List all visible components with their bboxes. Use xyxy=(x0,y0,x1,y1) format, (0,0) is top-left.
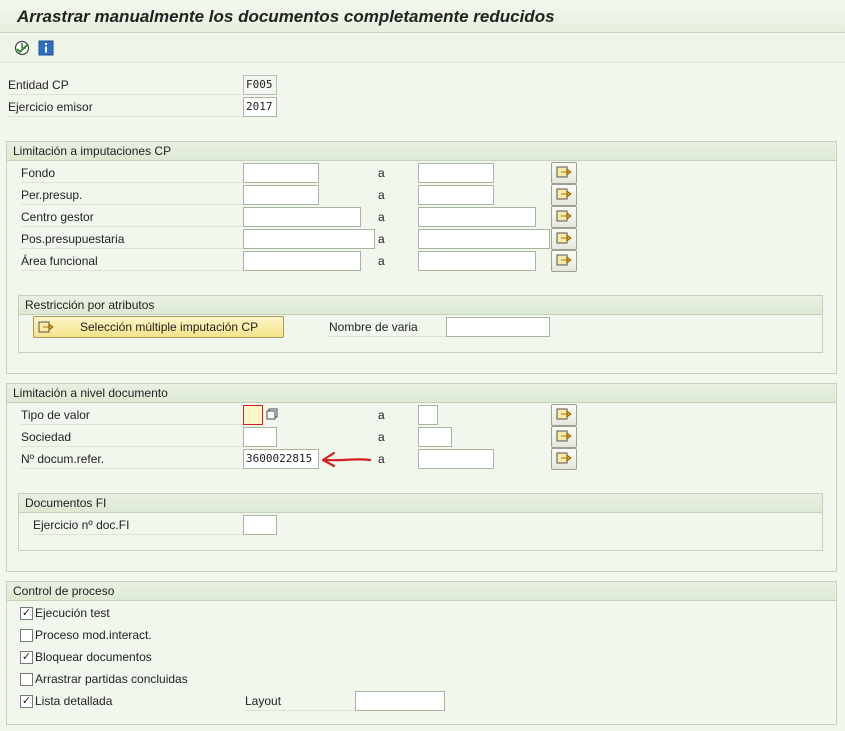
arrastrar-partidas-checkbox[interactable] xyxy=(20,673,33,686)
seleccion-multiple-imputacion-label: Selección múltiple imputación CP xyxy=(80,320,259,334)
areafuncional-label: Área funcional xyxy=(21,251,243,271)
fondo-from-field[interactable] xyxy=(243,163,319,183)
fondo-multiple-selection-button[interactable] xyxy=(551,162,577,184)
info-icon[interactable] xyxy=(38,40,54,56)
centrogestor-label: Centro gestor xyxy=(21,207,243,227)
sociedad-to-field[interactable] xyxy=(418,427,452,447)
multiple-selection-arrow-icon xyxy=(556,451,572,468)
centrogestor-to-label: a xyxy=(378,210,385,224)
multiple-values-icon[interactable] xyxy=(265,407,279,421)
group-restriccion-title: Restricción por atributos xyxy=(19,296,822,315)
docum-refer-multiple-selection-button[interactable] xyxy=(551,448,577,470)
group-documentos-fi-title: Documentos FI xyxy=(19,494,822,513)
multiple-selection-arrow-icon xyxy=(556,429,572,446)
ejercicio-label: Ejercicio emisor xyxy=(8,97,243,117)
areafuncional-multiple-selection-button[interactable] xyxy=(551,250,577,272)
multiple-selection-arrow-icon xyxy=(556,165,572,182)
bloquear-documentos-label: Bloquear documentos xyxy=(35,650,152,664)
tipovalor-to-label: a xyxy=(378,408,385,422)
execute-icon[interactable] xyxy=(14,40,30,56)
areafuncional-to-label: a xyxy=(378,254,385,268)
ejecucion-test-checkbox[interactable]: ✓ xyxy=(20,607,33,620)
entidad-label: Entidad CP xyxy=(8,75,243,95)
red-arrow-annotation xyxy=(320,450,372,470)
multiple-selection-arrow-icon xyxy=(556,209,572,226)
tipovalor-label: Tipo de valor xyxy=(21,405,243,425)
pospresupuestaria-label: Pos.presupuestaria xyxy=(21,229,243,249)
tipovalor-to-field[interactable] xyxy=(418,405,438,425)
page-title: Arrastrar manualmente los documentos com… xyxy=(17,7,555,26)
lista-detallada-checkbox[interactable]: ✓ xyxy=(20,695,33,708)
proceso-mod-interact-label: Proceso mod.interact. xyxy=(35,628,152,642)
group-documento-title: Limitación a nivel documento xyxy=(7,384,836,403)
pospresupuestaria-multiple-selection-button[interactable] xyxy=(551,228,577,250)
perpresup-to-label: a xyxy=(378,188,385,202)
multiple-selection-arrow-icon xyxy=(556,253,572,270)
title-bar: Arrastrar manualmente los documentos com… xyxy=(0,0,845,33)
pospresupuestaria-from-field[interactable] xyxy=(243,229,375,249)
ejercicio-field[interactable]: 2017 xyxy=(243,97,277,117)
ejercicio-fi-label: Ejercicio nº doc.FI xyxy=(33,515,243,535)
docum-refer-label: Nº docum.refer. xyxy=(21,449,243,469)
sociedad-to-label: a xyxy=(378,430,385,444)
lista-detallada-label: Lista detallada xyxy=(35,694,113,708)
nombre-varia-label: Nombre de varia xyxy=(329,317,446,337)
tipovalor-from-field[interactable] xyxy=(243,405,263,425)
pospresupuestaria-to-field[interactable] xyxy=(418,229,550,249)
areafuncional-from-field[interactable] xyxy=(243,251,361,271)
group-control-proceso-title: Control de proceso xyxy=(7,582,836,601)
ejercicio-fi-field[interactable] xyxy=(243,515,277,535)
seleccion-multiple-imputacion-button[interactable]: Selección múltiple imputación CP xyxy=(33,316,284,338)
layout-field[interactable] xyxy=(355,691,445,711)
bloquear-documentos-checkbox[interactable]: ✓ xyxy=(20,651,33,664)
proceso-mod-interact-checkbox[interactable] xyxy=(20,629,33,642)
group-imputaciones-title: Limitación a imputaciones CP xyxy=(7,142,836,161)
sociedad-multiple-selection-button[interactable] xyxy=(551,426,577,448)
centrogestor-to-field[interactable] xyxy=(418,207,536,227)
tipovalor-multiple-selection-button[interactable] xyxy=(551,404,577,426)
docum-refer-to-label: a xyxy=(378,452,385,466)
perpresup-multiple-selection-button[interactable] xyxy=(551,184,577,206)
areafuncional-to-field[interactable] xyxy=(418,251,536,271)
multiple-selection-arrow-icon xyxy=(556,231,572,248)
multiple-selection-arrow-icon xyxy=(556,187,572,204)
fondo-to-label: a xyxy=(378,166,385,180)
centrogestor-from-field[interactable] xyxy=(243,207,361,227)
fondo-label: Fondo xyxy=(21,163,243,183)
toolbar xyxy=(0,33,845,63)
arrastrar-partidas-label: Arrastrar partidas concluidas xyxy=(35,672,188,686)
multiple-selection-arrow-icon xyxy=(38,320,54,334)
layout-label: Layout xyxy=(245,691,355,711)
perpresup-label: Per.presup. xyxy=(21,185,243,205)
ejecucion-test-label: Ejecución test xyxy=(35,606,110,620)
multiple-selection-arrow-icon xyxy=(556,407,572,424)
centrogestor-multiple-selection-button[interactable] xyxy=(551,206,577,228)
nombre-varia-field[interactable] xyxy=(446,317,550,337)
sociedad-from-field[interactable] xyxy=(243,427,277,447)
sociedad-label: Sociedad xyxy=(21,427,243,447)
docum-refer-to-field[interactable] xyxy=(418,449,494,469)
perpresup-to-field[interactable] xyxy=(418,185,494,205)
perpresup-from-field[interactable] xyxy=(243,185,319,205)
pospresupuestaria-to-label: a xyxy=(378,232,385,246)
docum-refer-from-field[interactable]: 3600022815 xyxy=(243,449,319,469)
fondo-to-field[interactable] xyxy=(418,163,494,183)
entidad-field[interactable]: F005 xyxy=(243,75,277,95)
